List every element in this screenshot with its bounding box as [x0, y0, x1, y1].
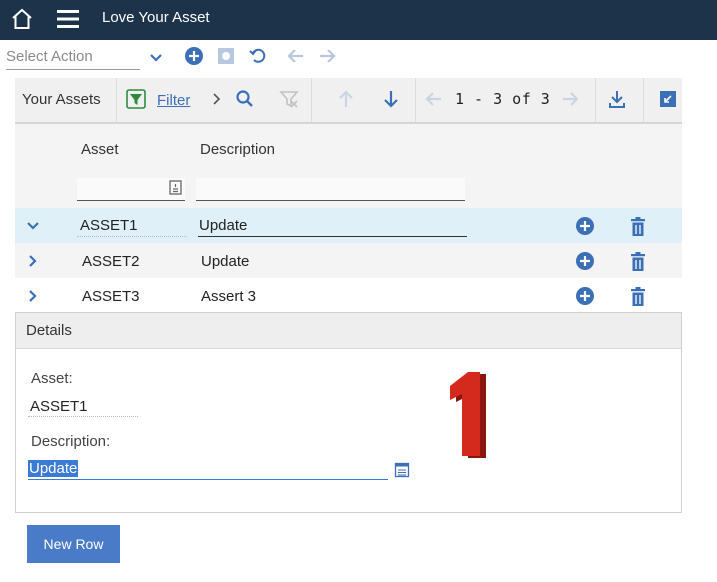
- column-header-description[interactable]: Description: [200, 141, 275, 158]
- table-title: Your Assets: [22, 91, 101, 108]
- chevron-down-icon[interactable]: [145, 47, 167, 69]
- chevron-right-icon[interactable]: [206, 88, 228, 110]
- clear-filter-icon[interactable]: [278, 88, 300, 110]
- details-title: Details: [26, 322, 72, 339]
- chevron-right-icon[interactable]: [24, 287, 42, 305]
- trash-icon[interactable]: [629, 287, 647, 307]
- chevron-right-icon[interactable]: [24, 252, 42, 270]
- description-filter-input[interactable]: [196, 178, 465, 201]
- next-page-icon[interactable]: [559, 88, 581, 110]
- previous-page-icon[interactable]: [423, 88, 445, 110]
- asset-label: Asset:: [31, 370, 73, 387]
- description-cell[interactable]: Update: [199, 217, 247, 234]
- asset-cell: ASSET2: [82, 253, 140, 270]
- description-cell: Assert 3: [201, 288, 257, 305]
- filter-icon[interactable]: [125, 88, 147, 110]
- table-row[interactable]: ASSET2 Update: [15, 243, 682, 278]
- asset-cell: ASSET1: [80, 217, 138, 234]
- search-icon[interactable]: [234, 88, 256, 110]
- trash-icon[interactable]: [629, 252, 647, 272]
- long-description-icon[interactable]: [394, 462, 410, 478]
- download-icon[interactable]: [606, 88, 628, 110]
- table-row[interactable]: ASSET3 Assert 3: [15, 278, 682, 313]
- chevron-down-icon[interactable]: [24, 217, 42, 235]
- red-number-graphic: [450, 372, 486, 458]
- filter-link[interactable]: Filter: [157, 92, 190, 109]
- table-row[interactable]: ASSET1 Update: [15, 208, 682, 243]
- app-header: Love Your Asset: [0, 0, 717, 40]
- description-cell: Update: [201, 253, 250, 270]
- asset-cell: ASSET3: [82, 288, 140, 305]
- trash-icon[interactable]: [629, 217, 647, 237]
- lookup-icon[interactable]: [168, 179, 184, 197]
- add-circle-icon[interactable]: [575, 251, 595, 271]
- save-icon[interactable]: [215, 45, 237, 67]
- description-input[interactable]: Update: [28, 460, 79, 477]
- select-action-dropdown[interactable]: Select Action: [6, 47, 140, 70]
- details-panel: Details Asset: ASSET1 Description: Updat…: [15, 312, 682, 513]
- forward-arrow-icon[interactable]: [316, 45, 338, 67]
- back-arrow-icon[interactable]: [285, 45, 307, 67]
- description-label: Description:: [31, 433, 111, 450]
- asset-value: ASSET1: [30, 398, 88, 415]
- details-header: Details: [16, 313, 681, 349]
- home-icon[interactable]: [10, 7, 34, 31]
- add-circle-icon[interactable]: [575, 216, 595, 236]
- pagination-text: 1 - 3 of 3: [455, 90, 551, 108]
- collapse-icon[interactable]: [657, 88, 679, 110]
- arrow-down-icon[interactable]: [380, 88, 402, 110]
- undo-icon[interactable]: [247, 45, 269, 67]
- overlay-number-one: [446, 370, 524, 466]
- add-circle-icon[interactable]: [575, 286, 595, 306]
- hamburger-menu-icon[interactable]: [56, 8, 80, 30]
- add-circle-icon[interactable]: [183, 45, 205, 67]
- arrow-up-icon[interactable]: [335, 88, 357, 110]
- column-header-asset[interactable]: Asset: [81, 141, 119, 158]
- app-title: Love Your Asset: [102, 9, 210, 26]
- new-row-button[interactable]: New Row: [27, 525, 120, 563]
